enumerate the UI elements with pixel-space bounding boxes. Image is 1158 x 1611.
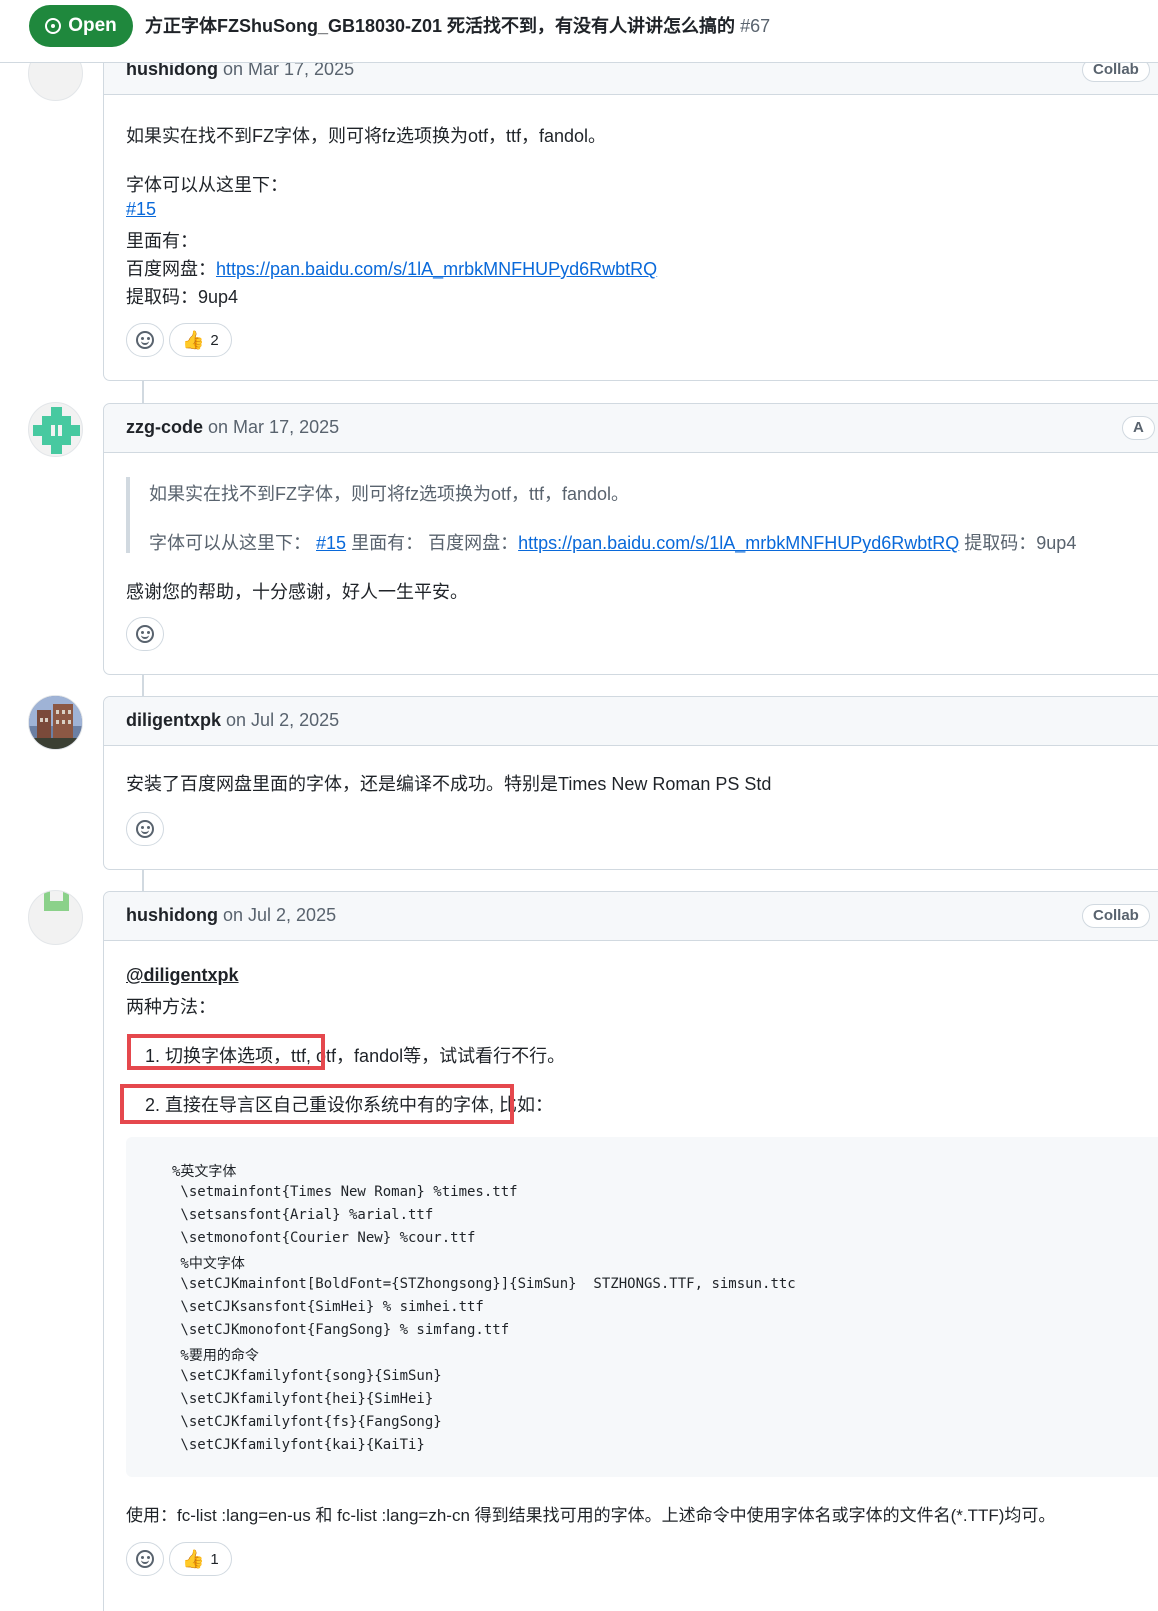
comment-text: 安装了百度网盘里面的字体，还是编译不成功。特别是Times New Roman … bbox=[126, 774, 772, 794]
pan-prefix: 百度网盘： bbox=[126, 259, 216, 279]
comment-author[interactable]: zzg-code bbox=[126, 417, 203, 437]
code-line: \setCJKsansfont{SimHei} % simhei.ttf bbox=[172, 1299, 484, 1315]
avatar[interactable] bbox=[28, 402, 83, 457]
baidu-pan-link[interactable]: https://pan.baidu.com/s/1lA_mrbkMNFHUPyd… bbox=[216, 259, 657, 279]
comment-body: @diligentxpk 两种方法： 1. 切换字体选项，ttf, otf，fa… bbox=[104, 941, 1158, 1611]
reaction-count: 1 bbox=[210, 1550, 219, 1568]
comment-author-line: hushidong on Jul 2, 2025 bbox=[126, 905, 336, 926]
comment-body: 如果实在找不到FZ字体，则可将fz选项换为otf，ttf，fandol。 字体可… bbox=[104, 95, 1158, 382]
thumbs-up-icon: 👍 bbox=[182, 1549, 205, 1569]
comment-card: hushidong on Mar 17, 2025 Collab 如果实在找不到… bbox=[103, 46, 1158, 381]
comment-text: 提取码：9up4 bbox=[126, 287, 239, 307]
reaction-count: 2 bbox=[210, 331, 219, 349]
issue-number: #67 bbox=[740, 16, 771, 36]
code-line: %要用的命令 bbox=[172, 1348, 259, 1364]
comment-author[interactable]: diligentxpk bbox=[126, 710, 221, 730]
comment-card: zzg-code on Mar 17, 2025 A 如果实在找不到FZ字体，则… bbox=[103, 403, 1158, 675]
issue-link[interactable]: #15 bbox=[316, 533, 346, 553]
comment-author-line: diligentxpk on Jul 2, 2025 bbox=[126, 710, 339, 731]
comment-line: @diligentxpk bbox=[126, 965, 239, 986]
role-badge: A bbox=[1122, 416, 1155, 440]
highlight-annotation-box bbox=[120, 1084, 514, 1124]
quote-mid: 里面有： 百度网盘： bbox=[351, 533, 519, 553]
comment-author-line: zzg-code on Mar 17, 2025 bbox=[126, 417, 339, 438]
identicon-avatar-icon bbox=[44, 891, 69, 911]
timeline-connector bbox=[142, 870, 144, 891]
role-badge: Collab bbox=[1082, 904, 1150, 928]
comment-author[interactable]: hushidong bbox=[126, 905, 218, 925]
code-line: \setCJKfamilyfont{hei}{SimHei} bbox=[172, 1391, 434, 1407]
code-line: \setCJKfamilyfont{song}{SimSun} bbox=[172, 1368, 442, 1384]
quote-text: 如果实在找不到FZ字体，则可将fz选项换为otf，ttf，fandol。 bbox=[149, 484, 630, 504]
comment-text: 两种方法： bbox=[126, 997, 216, 1017]
comment-date[interactable]: on Jul 2, 2025 bbox=[223, 905, 336, 925]
code-line: \setsansfont{Arial} %arial.ttf bbox=[172, 1207, 434, 1223]
code-line: \setCJKfamilyfont{kai}{KaiTi} bbox=[172, 1437, 425, 1453]
add-reaction-button[interactable] bbox=[126, 323, 164, 357]
avatar[interactable] bbox=[28, 890, 83, 945]
code-line: \setmonofont{Courier New} %cour.ttf bbox=[172, 1230, 476, 1246]
timeline-connector bbox=[142, 381, 144, 403]
thumbs-up-reaction[interactable]: 👍 1 bbox=[169, 1542, 232, 1576]
highlight-annotation-box bbox=[127, 1034, 325, 1070]
comment-card: diligentxpk on Jul 2, 2025 安装了百度网盘里面的字体，… bbox=[103, 696, 1158, 870]
comment-text: 感谢您的帮助，十分感谢，好人一生平安。 bbox=[126, 582, 468, 602]
add-reaction-button[interactable] bbox=[126, 617, 164, 651]
code-line: \setmainfont{Times New Roman} %times.ttf bbox=[172, 1184, 518, 1200]
smiley-icon bbox=[136, 331, 154, 349]
thumbs-up-icon: 👍 bbox=[182, 330, 205, 350]
quote-suffix: 提取码：9up4 bbox=[964, 533, 1077, 553]
comment-body: 安装了百度网盘里面的字体，还是编译不成功。特别是Times New Roman … bbox=[104, 746, 1158, 870]
code-line: \setCJKfamilyfont{fs}{FangSong} bbox=[172, 1414, 442, 1430]
comment-line: 百度网盘：https://pan.baidu.com/s/1lA_mrbkMNF… bbox=[126, 255, 657, 281]
comment-date[interactable]: on Jul 2, 2025 bbox=[226, 710, 339, 730]
thumbs-up-reaction[interactable]: 👍 2 bbox=[169, 323, 232, 357]
comment-header: diligentxpk on Jul 2, 2025 bbox=[104, 697, 1158, 746]
comment-text: 使用：fc-list :lang=en-us 和 fc-list :lang=z… bbox=[126, 1506, 1056, 1525]
comment-text: 里面有： bbox=[126, 231, 198, 251]
avatar[interactable] bbox=[28, 695, 83, 750]
code-line: \setCJKmainfont[BoldFont={STZhongsong}]{… bbox=[172, 1276, 796, 1292]
issue-title: 方正字体FZShuSong_GB18030-Z01 死活找不到，有没有人讲讲怎么… bbox=[145, 12, 770, 38]
issue-state-badge: Open bbox=[29, 5, 133, 47]
comment-line: #15 bbox=[126, 199, 156, 220]
baidu-pan-link[interactable]: https://pan.baidu.com/s/1lA_mrbkMNFHUPyd… bbox=[518, 533, 959, 553]
comment-text: 如果实在找不到FZ字体，则可将fz选项换为otf，ttf，fandol。 bbox=[126, 126, 607, 146]
smiley-icon bbox=[136, 820, 154, 838]
add-reaction-button[interactable] bbox=[126, 812, 164, 846]
comment-date[interactable]: on Mar 17, 2025 bbox=[208, 417, 339, 437]
quote-line: 字体可以从这里下： #15 里面有： 百度网盘：https://pan.baid… bbox=[149, 529, 1076, 555]
comment-header: hushidong on Jul 2, 2025 Collab bbox=[104, 892, 1158, 941]
state-label: Open bbox=[68, 15, 117, 36]
quote-prefix: 字体可以从这里下： bbox=[149, 533, 311, 553]
comment-header: zzg-code on Mar 17, 2025 A bbox=[104, 404, 1158, 453]
user-mention-link[interactable]: @diligentxpk bbox=[126, 965, 239, 985]
issue-title-text: 方正字体FZShuSong_GB18030-Z01 死活找不到，有没有人讲讲怎么… bbox=[145, 16, 736, 36]
code-line: %中文字体 bbox=[172, 1256, 245, 1272]
code-block[interactable]: %英文字体 \setmainfont{Times New Roman} %tim… bbox=[126, 1137, 1158, 1477]
blockquote-bar bbox=[126, 477, 130, 553]
issue-link[interactable]: #15 bbox=[126, 199, 156, 219]
issue-open-icon bbox=[45, 18, 62, 34]
code-line: \setCJKmonofont{FangSong} % simfang.ttf bbox=[172, 1322, 510, 1338]
comment-card: hushidong on Jul 2, 2025 Collab @diligen… bbox=[103, 891, 1158, 1611]
comment-text: 字体可以从这里下： bbox=[126, 175, 288, 195]
comment-body: 如果实在找不到FZ字体，则可将fz选项换为otf，ttf，fandol。 字体可… bbox=[104, 453, 1158, 675]
smiley-icon bbox=[136, 625, 154, 643]
list-item-rest-text: otf，fandol等，试试看行不行。 bbox=[316, 1046, 566, 1066]
photo-avatar-icon bbox=[29, 696, 82, 749]
identicon-avatar-icon bbox=[33, 407, 80, 454]
smiley-icon bbox=[136, 1550, 154, 1568]
timeline-connector bbox=[142, 675, 144, 696]
add-reaction-button[interactable] bbox=[126, 1542, 164, 1576]
issue-sticky-header: Open 方正字体FZShuSong_GB18030-Z01 死活找不到，有没有… bbox=[0, 0, 1158, 63]
code-line: %英文字体 bbox=[172, 1164, 237, 1180]
